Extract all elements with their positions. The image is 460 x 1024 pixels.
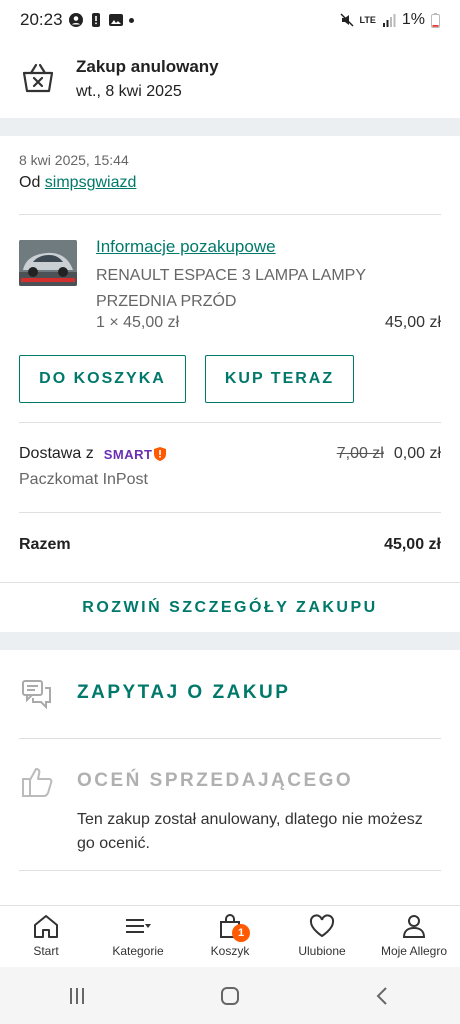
total-value: 45,00 zł	[384, 536, 441, 553]
home-icon	[34, 915, 58, 938]
battery-icon	[431, 12, 440, 28]
note-line: go ocenić.	[77, 835, 150, 852]
ask-about-purchase-row[interactable]: ZAPYTAJ O ZAKUP	[0, 668, 460, 720]
nav-start[interactable]: Start	[0, 906, 92, 967]
heart-icon	[309, 914, 335, 938]
system-nav-bar	[0, 967, 460, 1024]
buy-now-button[interactable]: KUP TERAZ	[205, 355, 354, 403]
divider	[19, 738, 441, 739]
delivery-row: Dostawa z SMART	[19, 445, 167, 463]
purchase-card: 8 kwi 2025, 15:44 Od simpsgwiazd Informa…	[0, 136, 460, 632]
item-qty-price: 1 × 45,00 zł	[96, 314, 180, 331]
back-icon[interactable]	[371, 984, 395, 1008]
delivery-new-price: 0,00 zł	[393, 445, 441, 462]
car-image-icon	[19, 240, 77, 286]
total-label: Razem	[19, 536, 71, 553]
item-title-line: RENAULT ESPACE 3 LAMPA LAMPY	[96, 267, 367, 284]
from-label: Od	[19, 174, 41, 191]
item-thumbnail[interactable]	[19, 240, 77, 286]
nav-label: Ulubione	[298, 944, 346, 958]
nav-favorites[interactable]: Ulubione	[276, 906, 368, 967]
divider	[19, 870, 441, 871]
rate-disabled-note: Ten zakup został anulowany, dlatego nie …	[77, 808, 423, 856]
purchase-datetime: 8 kwi 2025, 15:44	[19, 152, 129, 168]
ask-about-purchase-label: ZAPYTAJ O ZAKUP	[77, 682, 291, 703]
recent-apps-icon[interactable]	[65, 984, 89, 1008]
battery-percent: 1%	[401, 11, 425, 28]
nav-categories[interactable]: Kategorie	[92, 906, 184, 967]
notification-dot	[128, 17, 134, 23]
expand-details-button[interactable]: ROZWIŃ SZCZEGÓŁY ZAKUPU	[0, 583, 460, 632]
signal-icon	[382, 14, 396, 27]
seller-row: Od simpsgwiazd	[19, 174, 136, 192]
item-title-line: PRZEDNIA PRZÓD	[96, 293, 237, 310]
actions-card: ZAPYTAJ O ZAKUP OCEŃ SPRZEDAJĄCEGO Ten z…	[0, 650, 460, 905]
add-to-cart-button[interactable]: DO KOSZYKA	[19, 355, 186, 403]
status-bar: 20:23 LTE 1%	[0, 0, 460, 40]
person-icon	[402, 915, 426, 938]
mute-icon	[340, 13, 354, 27]
nav-label: Koszyk	[210, 944, 250, 958]
image-icon	[108, 14, 123, 26]
cart-badge: 1	[232, 924, 250, 942]
divider	[19, 512, 441, 513]
smart-label: SMART	[103, 446, 153, 462]
section-divider	[0, 118, 460, 136]
alert-icon	[91, 13, 100, 27]
purchase-header: Zakup anulowany wt., 8 kwi 2025	[0, 40, 460, 118]
delivery-method: Paczkomat InPost	[19, 471, 148, 488]
bottom-nav: Start Kategorie 1 Koszyk Ulubione Moje A…	[0, 905, 460, 967]
divider	[19, 214, 441, 215]
note-line: Ten zakup został anulowany, dlatego nie …	[77, 811, 423, 828]
chat-icon	[22, 680, 51, 710]
cancelled-basket-icon	[22, 63, 54, 93]
nav-label: Kategorie	[112, 944, 164, 958]
menu-icon	[126, 919, 151, 933]
status-time: 20:23	[20, 10, 63, 29]
rate-seller-label: OCEŃ SPRZEDAJĄCEGO	[77, 770, 354, 791]
purchase-date: wt., 8 kwi 2025	[76, 83, 182, 100]
nav-label: Moje Allegro	[380, 944, 448, 958]
smart-shield-icon	[154, 447, 167, 461]
network-type: LTE	[359, 14, 376, 25]
nav-cart[interactable]: 1 Koszyk	[184, 906, 276, 967]
section-divider	[0, 632, 460, 650]
post-purchase-info-link[interactable]: Informacje pozakupowe	[96, 237, 276, 257]
divider	[19, 422, 441, 423]
item-title[interactable]: RENAULT ESPACE 3 LAMPA LAMPY PRZEDNIA PR…	[96, 263, 366, 315]
account-icon	[68, 13, 83, 27]
page-title: Zakup anulowany	[76, 57, 219, 76]
item-total: 45,00 zł	[384, 314, 441, 331]
nav-my-allegro[interactable]: Moje Allegro	[368, 906, 460, 967]
delivery-old-price: 7,00 zł	[336, 445, 384, 462]
home-button-icon[interactable]	[218, 984, 242, 1008]
nav-label: Start	[33, 944, 59, 958]
thumbs-up-icon	[22, 768, 53, 797]
smart-badge: SMART	[104, 447, 167, 462]
delivery-price: 7,00 zł 0,00 zł	[337, 445, 441, 463]
delivery-label: Dostawa z	[19, 445, 94, 462]
seller-link[interactable]: simpsgwiazd	[45, 174, 137, 191]
